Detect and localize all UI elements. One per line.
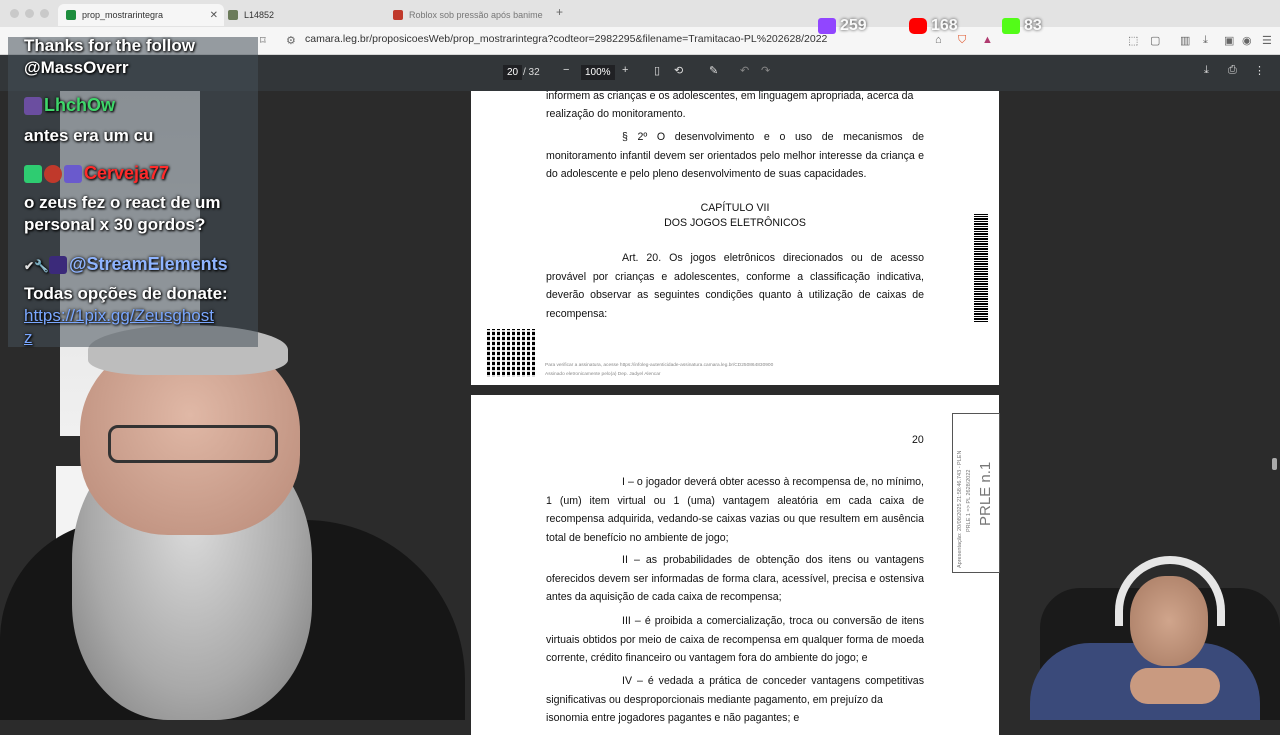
pdf-page-20: 20 I – o jogador deverá obter acesso à r… <box>471 395 1000 735</box>
site-settings-icon[interactable]: ⚙ <box>286 34 296 47</box>
zoom-in-icon[interactable]: + <box>622 64 628 76</box>
crown-badge-icon <box>49 256 67 275</box>
protocol-stamp: PRLE n.1 Apresentação: 20/08/2025 21:58:… <box>952 413 1000 573</box>
page-total: / 32 <box>523 67 540 78</box>
undo-icon[interactable]: ↶ <box>740 64 749 77</box>
item-4-end: isonomia entre jogadores pagantes e não … <box>546 712 800 724</box>
signature-text: Assinado eletronicamente pelo(a) Dep. Ja… <box>545 372 661 377</box>
maximize-window-icon[interactable] <box>40 9 49 18</box>
vpn-icon[interactable]: ▣ <box>1224 34 1234 47</box>
item-1: I – o jogador deverá obter acesso à reco… <box>546 476 924 545</box>
tab-label: prop_mostrarintegra <box>82 10 164 20</box>
extensions-icon[interactable]: ⬚ <box>1128 34 1138 47</box>
username: Cerveja77 <box>84 163 170 183</box>
paragraph-2: § 2º O desenvolvimento e o uso de mecani… <box>546 131 924 181</box>
shield-icon[interactable]: ⛉ <box>958 34 966 47</box>
redo-icon[interactable]: ↷ <box>761 64 770 77</box>
text-line: realização do monitoramento. <box>546 108 686 120</box>
item-3: III – é proibida a comercialização, troc… <box>546 615 924 665</box>
text-line: informem as crianças e os adolescentes, … <box>546 90 914 102</box>
sword-badge-icon <box>24 165 42 184</box>
zoom-out-icon[interactable]: − <box>563 64 569 76</box>
youtube-counter: 168 <box>909 17 958 35</box>
chat-message-2-line1: o zeus fez o react de um <box>24 193 221 212</box>
rewards-icon[interactable]: ▲ <box>982 34 993 46</box>
twitch-icon <box>818 18 836 34</box>
tab-label: L14852 <box>244 10 275 20</box>
donate-link[interactable]: https://1pix.gg/Zeusghost <box>24 306 214 326</box>
stamp-date: Apresentação: 20/08/2025 21:58:46.743 - … <box>957 450 963 568</box>
tab-prop-mostrarintegra[interactable]: prop_mostrarintegra ✕ <box>58 4 224 26</box>
kick-icon <box>1002 18 1020 34</box>
zoom-level[interactable]: 100% <box>581 65 615 80</box>
close-window-icon[interactable] <box>10 9 19 18</box>
kick-counter: 83 <box>1002 17 1042 35</box>
tab-label: Roblox sob pressão após banime <box>409 10 543 20</box>
page-icon <box>228 10 238 20</box>
chat-message-2-line2: personal x 30 gordos? <box>24 215 206 234</box>
follow-alert-line1: Thanks for the follow <box>24 36 195 55</box>
page-number: 20 <box>912 434 924 446</box>
stamp-label: PRLE n.1 <box>977 461 994 526</box>
fit-page-icon[interactable]: ▯ <box>654 64 660 77</box>
minimize-window-icon[interactable] <box>25 9 34 18</box>
document-icon <box>66 10 76 20</box>
pdf-page-19: informem as crianças e os adolescentes, … <box>471 90 999 385</box>
chat-message-3: Todas opções de donate: <box>24 284 228 303</box>
chat-user-1: LhchOw <box>24 95 115 116</box>
wallet-icon[interactable]: ▢ <box>1150 34 1160 47</box>
news-site-icon <box>393 10 403 20</box>
url-field[interactable]: camara.leg.br/proposicoesWeb/prop_mostra… <box>305 33 827 45</box>
devil-badge-icon <box>44 165 62 184</box>
scrollbar[interactable] <box>1272 458 1277 470</box>
sidebar-icon[interactable]: ▥ <box>1180 34 1190 47</box>
chapter-title: DOS JOGOS ELETRÔNICOS <box>664 217 806 229</box>
article-20: Art. 20. Os jogos eletrônicos direcionad… <box>546 252 924 321</box>
glasses <box>108 425 278 463</box>
twitch-counter: 259 <box>818 17 867 35</box>
follow-alert-line2: @MassOverr <box>24 58 129 77</box>
wrench-badge-icon: ✔🔧 <box>24 259 49 273</box>
print-icon[interactable]: ⎙ <box>1228 64 1237 77</box>
user-badge-icon <box>24 97 42 116</box>
streamer-webcam-right <box>1000 548 1280 720</box>
username: LhchOw <box>44 95 115 115</box>
item-4: IV – é vedada a prática de conceder vant… <box>546 675 924 706</box>
downloads-icon[interactable]: ⤓ <box>1203 34 1208 47</box>
close-tab-icon[interactable]: ✕ <box>210 10 218 21</box>
chat-user-3: ✔🔧 @StreamElements <box>24 254 228 275</box>
menu-icon[interactable]: ☰ <box>1262 34 1272 47</box>
barcode <box>974 214 988 322</box>
stamp-ref: PRLE 1 => PL 2628/2022 <box>966 469 972 533</box>
chat-user-2: Cerveja77 <box>24 163 169 184</box>
donate-link-cont[interactable]: z <box>24 328 33 348</box>
page-number-input[interactable]: 20 <box>503 65 523 80</box>
tab-l14852[interactable]: L14852 <box>228 4 383 26</box>
item-2: II – as probabilidades de obtenção dos i… <box>546 554 924 604</box>
qr-code <box>487 329 535 377</box>
profile-icon[interactable]: ◉ <box>1242 34 1252 47</box>
username: @StreamElements <box>69 254 228 274</box>
chat-message-1: antes era um cu <box>24 126 154 145</box>
more-options-icon[interactable]: ⋮ <box>1254 64 1265 77</box>
signature-link: Para verificar a assinatura, acesse http… <box>545 363 774 368</box>
tab-roblox-article[interactable]: Roblox sob pressão após banime <box>393 4 548 26</box>
sub-badge-icon <box>64 165 82 184</box>
streamer-webcam-left <box>0 325 465 720</box>
download-icon[interactable]: ⤓ <box>1204 64 1209 77</box>
lock-icon[interactable]: ⌂ <box>935 34 942 46</box>
rotate-icon[interactable]: ⟲ <box>674 64 683 77</box>
window-controls <box>10 9 49 18</box>
tab-bar: prop_mostrarintegra ✕ L14852 Roblox sob … <box>0 0 1280 27</box>
twitch-count: 259 <box>840 17 867 34</box>
new-tab-icon[interactable]: + <box>556 5 563 19</box>
youtube-icon <box>909 18 927 34</box>
hands <box>1130 668 1220 704</box>
kick-count: 83 <box>1024 17 1042 34</box>
youtube-count: 168 <box>931 17 958 34</box>
face <box>1130 576 1208 666</box>
annotate-icon[interactable]: ✎ <box>709 64 718 77</box>
